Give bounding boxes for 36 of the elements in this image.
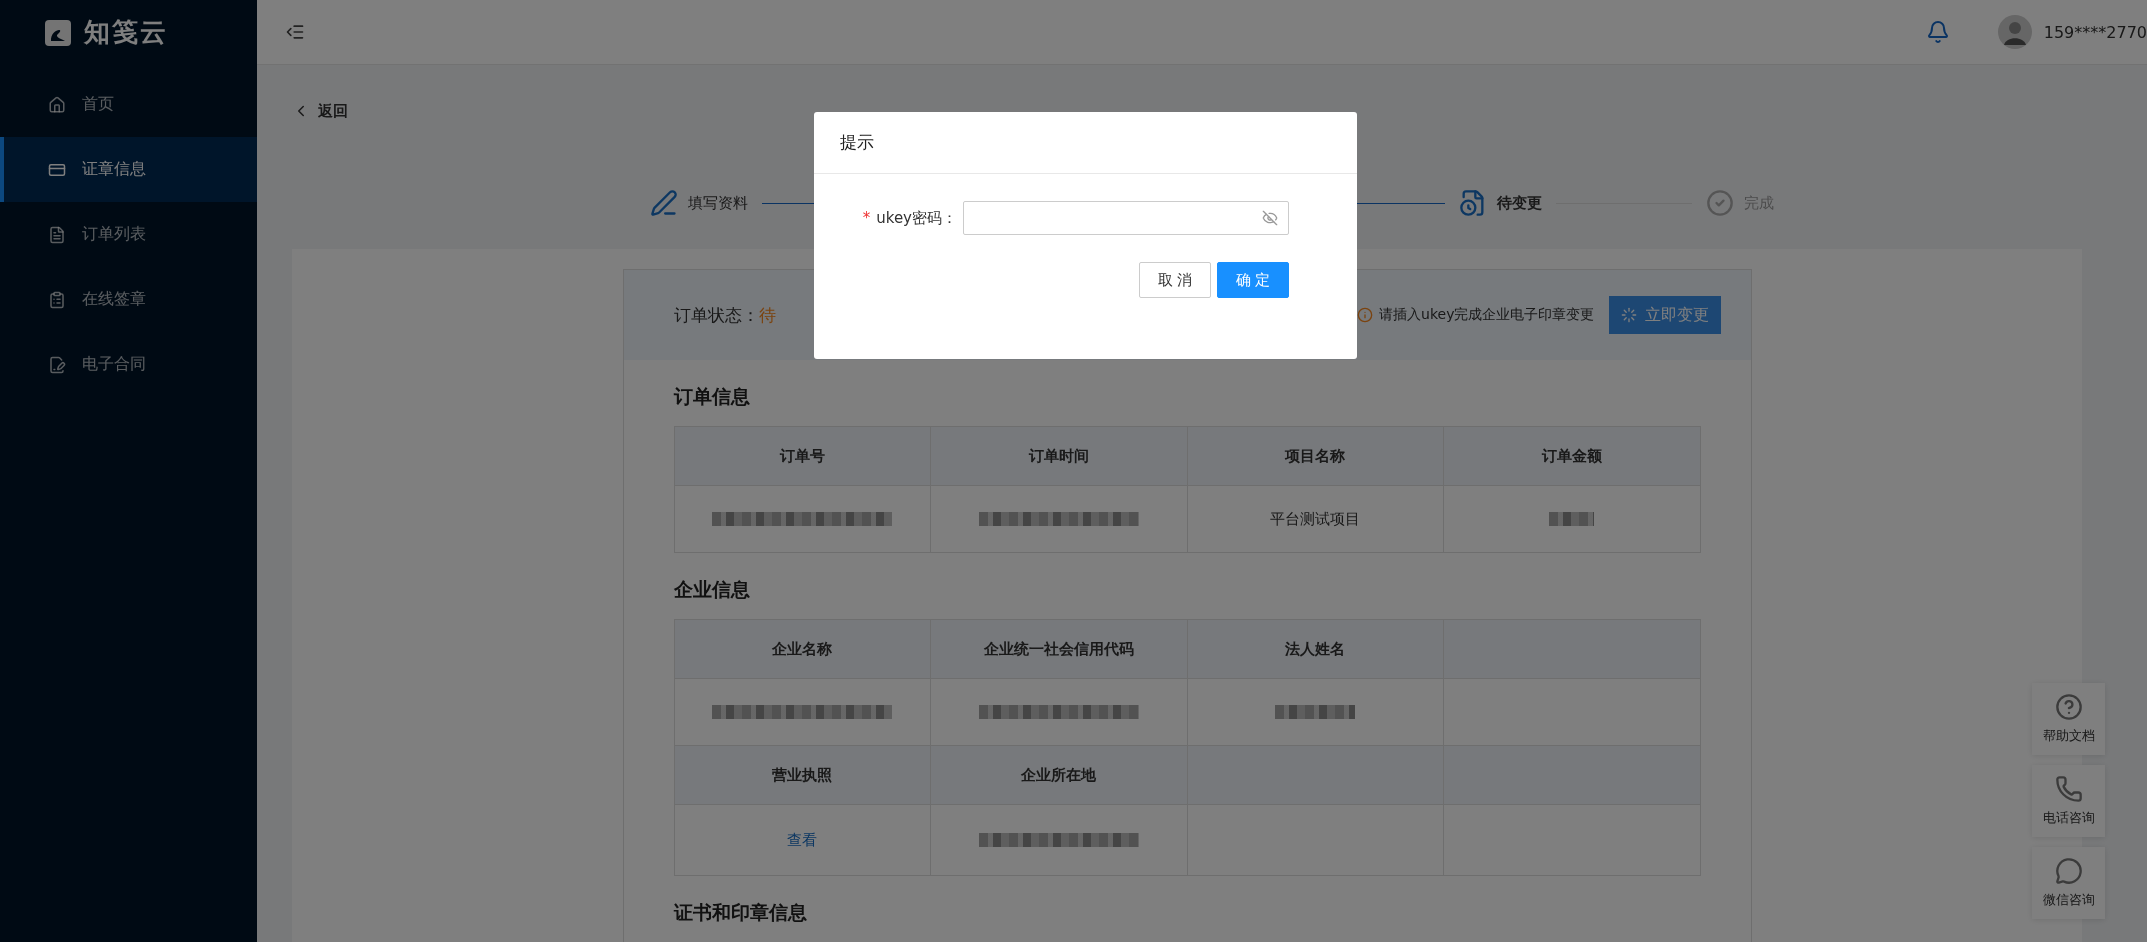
nav-item[interactable]: 在线签章 <box>0 267 257 332</box>
column-header: 营业执照 <box>772 765 833 785</box>
step-label: 待变更 <box>1496 193 1542 213</box>
user-name[interactable]: 159****2770 <box>2043 22 2147 42</box>
float-button[interactable]: 微信咨询 <box>2032 847 2105 919</box>
nav-item[interactable]: 订单列表 <box>0 202 257 267</box>
float-button[interactable]: 电话咨询 <box>2032 765 2105 837</box>
nav-item[interactable]: 首页 <box>0 72 257 137</box>
cancel-button[interactable]: 取 消 <box>1139 262 1211 298</box>
nav-item[interactable]: 证章信息 <box>0 137 257 202</box>
nav-item[interactable]: 电子合同 <box>0 332 257 397</box>
section-title: 企业信息 <box>673 577 751 602</box>
hint-text: 请插入ukey完成企业电子印章变更 <box>1379 306 1595 324</box>
back-link[interactable]: 返回 <box>292 101 348 121</box>
logo-text: 知笺云 <box>84 16 168 49</box>
column-header: 订单时间 <box>1028 446 1089 466</box>
view-link[interactable]: 查看 <box>787 830 818 850</box>
section-title: 订单信息 <box>673 384 751 409</box>
column-header: 订单号 <box>779 446 825 466</box>
status-label: 订单状态： <box>673 303 759 327</box>
section-title: 证书和印章信息 <box>673 900 808 925</box>
column-header: 企业统一社会信用代码 <box>983 639 1134 659</box>
confirm-button[interactable]: 确 定 <box>1217 262 1289 298</box>
column-header: 企业名称 <box>772 639 833 659</box>
dialog-title: 提示 <box>840 131 874 154</box>
status-value: 待 <box>758 303 776 327</box>
step-label: 填写资料 <box>688 193 748 213</box>
column-header: 企业所在地 <box>1021 765 1097 785</box>
field-label: ukey密码： <box>876 208 957 228</box>
table-cell-text: 平台测试项目 <box>1270 509 1361 529</box>
column-header: 项目名称 <box>1285 446 1346 466</box>
float-button[interactable]: 帮助文档 <box>2032 683 2105 755</box>
column-header: 法人姓名 <box>1285 639 1346 659</box>
required-mark: * <box>862 209 871 227</box>
change-button[interactable]: 立即变更 <box>1608 296 1721 334</box>
column-header: 订单金额 <box>1541 446 1602 466</box>
